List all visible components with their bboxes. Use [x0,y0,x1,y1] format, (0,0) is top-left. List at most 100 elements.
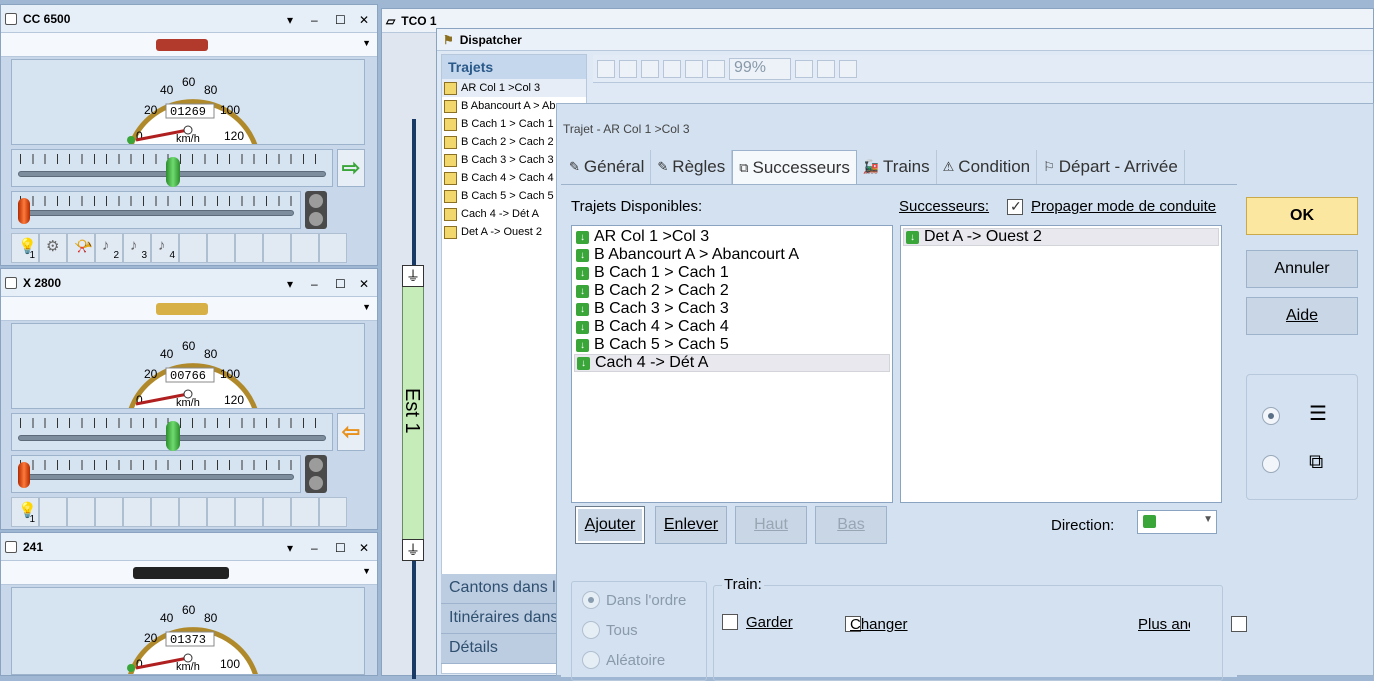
add-button[interactable]: Ajouter [575,506,645,544]
help-button[interactable]: Aide [1246,297,1358,335]
empty-function-button[interactable] [95,497,123,527]
direction-button[interactable]: ⇨ [337,149,365,187]
brake-slider-knob[interactable] [18,462,30,488]
brake-slider[interactable] [11,191,301,229]
dropdown-arrow-icon[interactable]: ▾ [287,541,293,555]
speed-slider-knob[interactable] [166,157,180,187]
dropdown-arrow-icon[interactable]: ▼ [362,566,371,576]
slider-track[interactable] [20,474,294,480]
loco-image-bar[interactable]: ▼ [1,561,377,585]
empty-function-button[interactable] [263,497,291,527]
down-button[interactable]: Bas [815,506,887,544]
layout-icon[interactable] [707,59,725,78]
empty-function-button[interactable] [235,497,263,527]
dropdown-arrow-icon[interactable]: ▾ [287,13,293,27]
up-button[interactable]: Haut [735,506,807,544]
dropdown-arrow-icon[interactable]: ▾ [287,277,293,291]
frame-icon[interactable] [663,59,681,78]
cancel-button[interactable]: Annuler [1246,250,1358,288]
light-function-button[interactable]: 💡 1 [11,233,39,263]
empty-function-button[interactable] [179,497,207,527]
tab-trains[interactable]: 🚂 Trains [857,150,937,184]
speed-slider-knob[interactable] [166,421,180,451]
list-item[interactable]: ↓ B Cach 2 > Cach 2 [574,282,890,300]
random-radio[interactable] [582,651,600,669]
brake-slider[interactable] [11,455,301,493]
slider-track[interactable] [20,210,294,216]
order-radio[interactable] [582,591,600,609]
empty-function-button[interactable] [319,233,347,263]
maximize-button[interactable]: ☐ [335,13,346,27]
sound-function-button[interactable]: ♪ 4 [151,233,179,263]
multi-view-radio[interactable] [1262,455,1280,473]
close-button[interactable]: ✕ [359,277,369,291]
dropdown-arrow-icon[interactable]: ▼ [362,38,371,48]
keep-checkbox[interactable] [722,614,738,630]
sound-function-button[interactable]: ♪ 2 [95,233,123,263]
ok-button[interactable]: OK [1246,197,1358,235]
maximize-button[interactable]: ☐ [335,277,346,291]
fit-icon[interactable] [817,59,835,78]
empty-function-button[interactable] [67,497,95,527]
list-item[interactable]: ↓ Det A -> Ouest 2 [903,228,1219,246]
horn-function-button[interactable]: 📯 [67,233,95,263]
empty-function-button[interactable] [207,497,235,527]
signal-icon[interactable]: ⏚ [402,265,424,287]
empty-function-button[interactable] [39,497,67,527]
brake-slider-knob[interactable] [18,198,30,224]
list-item[interactable]: ↓ B Cach 3 > Cach 3 [574,300,890,318]
gear-function-button[interactable]: ⚙ [39,233,67,263]
list-item[interactable]: AR Col 1 >Col 3 [442,79,586,97]
list-item[interactable]: ↓ Cach 4 -> Dét A [574,354,890,372]
light-function-button[interactable]: 💡 1 [11,497,39,527]
list-item[interactable]: ↓ B Cach 4 > Cach 4 [574,318,890,336]
empty-function-button[interactable] [235,233,263,263]
direction-button[interactable]: ⇦ [337,413,365,451]
remove-button[interactable]: Enlever [655,506,727,544]
tab-successeurs[interactable]: ⧉ Successeurs [732,150,857,184]
propagate-checkbox[interactable] [1007,198,1023,215]
speed-slider[interactable] [11,413,333,451]
direction-select[interactable]: ▼ [1137,510,1217,534]
empty-function-button[interactable] [123,497,151,527]
minimize-button[interactable]: – [311,277,318,291]
block-est-1[interactable]: Est 1 [401,267,424,561]
minimize-button[interactable]: – [311,13,318,27]
list-view-radio[interactable] [1262,407,1280,425]
empty-function-button[interactable] [179,233,207,263]
close-button[interactable]: ✕ [359,13,369,27]
signal-icon[interactable]: ⏚ [402,539,424,561]
loco-image-bar[interactable]: ▼ [1,33,377,57]
home-icon[interactable] [597,59,615,78]
all-radio[interactable] [582,621,600,639]
empty-function-button[interactable] [151,497,179,527]
sound-function-button[interactable]: ♪ 3 [123,233,151,263]
tab-condition[interactable]: ⚠ Condition [937,150,1038,184]
empty-function-button[interactable] [263,233,291,263]
maximize-button[interactable]: ☐ [335,541,346,555]
empty-function-button[interactable] [291,233,319,263]
empty-function-button[interactable] [291,497,319,527]
list-item[interactable]: ↓ B Cach 1 > Cach 1 [574,264,890,282]
zoom-level[interactable]: 99% [729,57,791,80]
forward-icon[interactable] [641,59,659,78]
close-button[interactable]: ✕ [359,541,369,555]
successors-list[interactable]: ↓ Det A -> Ouest 2 [900,225,1222,503]
tab-regles[interactable]: ✎ Règles [651,150,733,184]
list-item[interactable]: ↓ B Cach 5 > Cach 5 [574,336,890,354]
tab-depart-arrivee[interactable]: ⚐ Départ - Arrivée [1037,150,1185,184]
dropdown-arrow-icon[interactable]: ▼ [362,302,371,312]
tab-general[interactable]: ✎ Général [563,150,652,184]
chevron-down-icon[interactable] [795,59,813,78]
empty-function-button[interactable] [319,497,347,527]
list-item[interactable]: ↓ AR Col 1 >Col 3 [574,228,890,246]
speed-slider[interactable] [11,149,333,187]
minimize-button[interactable]: – [311,541,318,555]
back-icon[interactable] [619,59,637,78]
plus-checkbox[interactable] [1230,616,1247,632]
list-item[interactable]: ↓ B Abancourt A > Abancourt A [574,246,890,264]
export-icon[interactable] [839,59,857,78]
frame-icon[interactable] [685,59,703,78]
empty-function-button[interactable] [207,233,235,263]
available-list[interactable]: ↓ AR Col 1 >Col 3 ↓ B Abancourt A > Abanco… [571,225,893,503]
